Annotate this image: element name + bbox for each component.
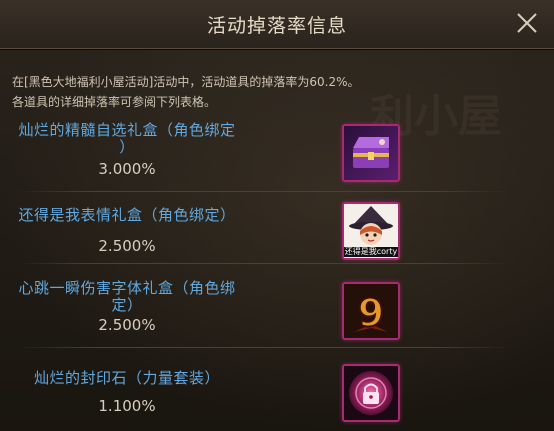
event-notice: 在[黑色大地福利小屋活动]活动中，活动道具的掉落率为60.2%。 各道具的详细掉… bbox=[12, 72, 542, 112]
item-name: 灿烂的精髓自选礼盒（角色绑定 ） bbox=[0, 122, 254, 156]
item-name: 还得是我表情礼盒（角色绑定） bbox=[0, 207, 254, 224]
item-row: 灿烂的封印石（力量套装） 1.100% bbox=[0, 356, 554, 426]
item-name-line-1: 还得是我表情礼盒（角色绑定） bbox=[18, 206, 236, 224]
item-name-line-2: ） bbox=[119, 138, 135, 156]
item-drop-rate: 2.500% bbox=[98, 316, 156, 334]
purple-treasure-chest-icon[interactable] bbox=[342, 124, 400, 182]
notice-line-1: 在[黑色大地福利小屋活动]活动中，活动道具的掉落率为60.2%。 bbox=[12, 75, 360, 89]
item-drop-rate: 3.000% bbox=[98, 160, 156, 178]
damage-font-number-9-icon[interactable]: 9 bbox=[342, 282, 400, 340]
pink-lock-seal-stone-icon[interactable] bbox=[342, 364, 400, 422]
close-icon[interactable] bbox=[514, 10, 540, 36]
row-divider bbox=[16, 191, 510, 192]
item-name-line-1: 灿烂的精髓自选礼盒（角色绑定 bbox=[18, 121, 236, 139]
item-name: 心跳一瞬伤害字体礼盒（角色绑 定） bbox=[0, 280, 254, 314]
item-name-line-2: 定） bbox=[111, 296, 143, 314]
row-divider bbox=[16, 347, 510, 348]
item-row: 心跳一瞬伤害字体礼盒（角色绑 定） 2.500% 9 bbox=[0, 270, 554, 348]
drop-rate-dialog: 利小屋 活动掉落率信息 在[黑色大地福利小屋活动]活动中，活动道具的掉落率为60… bbox=[0, 0, 554, 431]
dialog-header: 活动掉落率信息 bbox=[0, 0, 554, 49]
notice-line-2: 各道具的详细掉落率可参阅下列表格。 bbox=[12, 95, 217, 109]
item-row: 还得是我表情礼盒（角色绑定） 2.500% 还得是我corty bbox=[0, 196, 554, 264]
item-name: 灿烂的封印石（力量套装） bbox=[0, 370, 254, 387]
item-name-line-1: 灿烂的封印石（力量套装） bbox=[33, 369, 220, 387]
item-name-line-1: 心跳一瞬伤害字体礼盒（角色绑 bbox=[18, 279, 236, 297]
item-drop-rate: 2.500% bbox=[98, 237, 156, 255]
row-divider bbox=[16, 263, 510, 264]
item-row: 灿烂的精髓自选礼盒（角色绑定 ） 3.000% bbox=[0, 118, 554, 192]
dialog-title: 活动掉落率信息 bbox=[206, 15, 347, 37]
item-drop-rate: 1.100% bbox=[98, 397, 156, 415]
emoticon-caption: 还得是我corty bbox=[344, 247, 398, 257]
witch-emoticon-icon[interactable]: 还得是我corty bbox=[342, 202, 400, 260]
svg-text:9: 9 bbox=[358, 291, 384, 335]
